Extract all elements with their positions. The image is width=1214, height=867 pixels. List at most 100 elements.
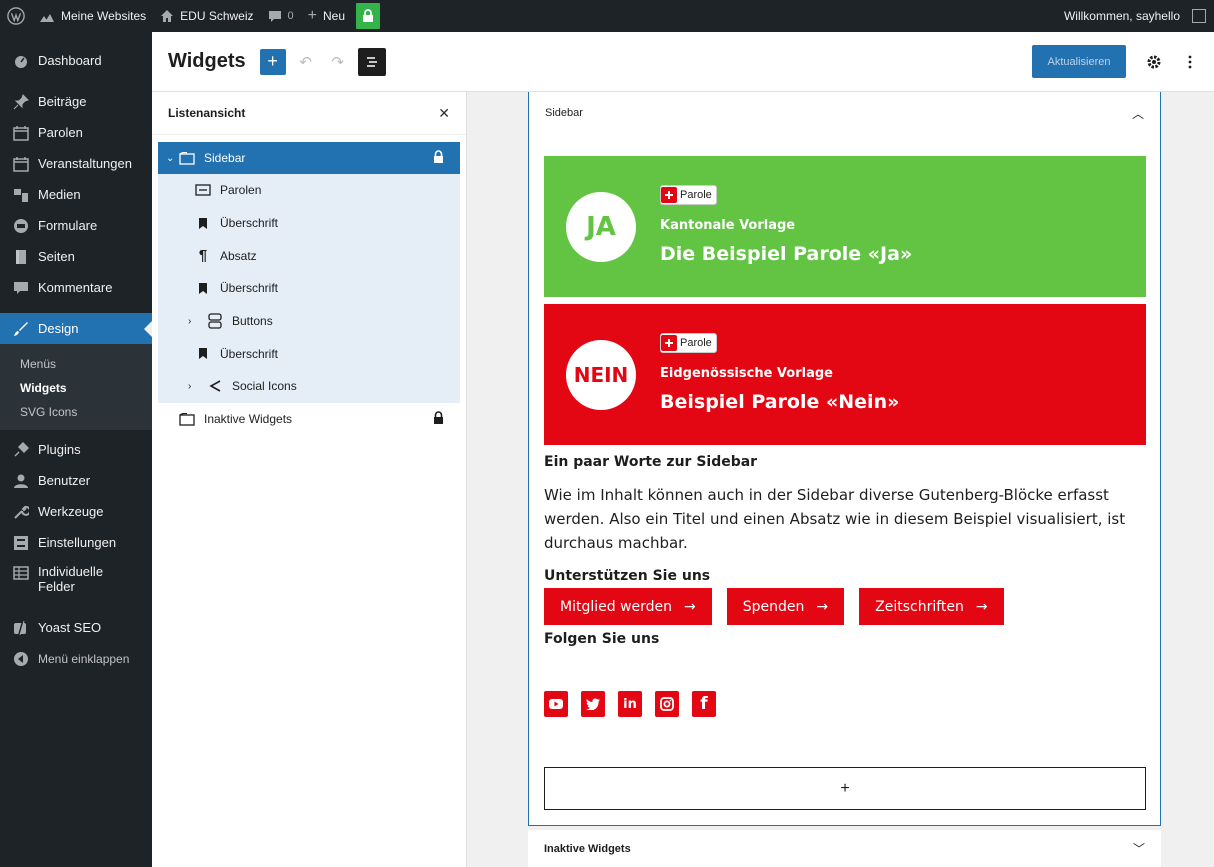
shortcode-block-icon: [194, 184, 212, 196]
chevron-right-icon[interactable]: ›: [188, 381, 200, 392]
add-block-button[interactable]: +: [259, 48, 286, 75]
list-item-label: Inaktive Widgets: [204, 412, 293, 427]
submenu-item-svg-icons[interactable]: SVG Icons: [0, 400, 152, 424]
heading-block[interactable]: Unterstützen Sie uns: [544, 566, 1146, 586]
button-label: Mitglied werden: [560, 598, 673, 615]
widget-area-sidebar[interactable]: Sidebar ︿ JA Parole Kantonale Vorlage Di…: [528, 92, 1161, 826]
menu-label: Kommentare: [38, 280, 113, 295]
chevron-up-icon[interactable]: ︿: [1132, 105, 1144, 122]
menu-label: Werkzeuge: [38, 504, 104, 519]
site-name: EDU Schweiz: [180, 9, 254, 23]
menu-item-seiten[interactable]: Seiten: [0, 241, 152, 272]
wrench-icon: [12, 503, 30, 521]
menu-item-medien[interactable]: Medien: [0, 179, 152, 210]
facebook-icon[interactable]: f: [692, 691, 716, 717]
close-list-view-button[interactable]: ✕: [438, 105, 450, 122]
button-spenden[interactable]: Spenden →: [726, 588, 845, 625]
options-button[interactable]: [1178, 50, 1202, 74]
widget-area-icon: [178, 412, 196, 426]
menu-item-plugins[interactable]: Plugins: [0, 434, 152, 465]
linkedin-icon[interactable]: in: [618, 691, 642, 717]
lock-icon: [433, 411, 444, 427]
submenu-item-menus[interactable]: Menüs: [0, 352, 152, 376]
heading-block[interactable]: Folgen Sie uns: [544, 629, 1146, 649]
list-item-heading[interactable]: Überschrift: [158, 207, 460, 240]
lock-icon: [363, 9, 373, 22]
home-icon: [161, 10, 174, 22]
heading-block[interactable]: Ein paar Worte zur Sidebar: [544, 452, 1146, 472]
list-item-label: Parolen: [220, 183, 262, 198]
settings-button[interactable]: [1142, 50, 1166, 74]
welcome-text: Willkommen, sayhello: [1063, 9, 1180, 23]
menu-item-werkzeuge[interactable]: Werkzeuge: [0, 496, 152, 527]
list-item-label: Sidebar: [204, 151, 246, 165]
list-item-paragraph[interactable]: ¶ Absatz: [158, 239, 460, 272]
parole-block-no[interactable]: NEIN Parole Eidgenössische Vorlage Beisp…: [544, 304, 1146, 445]
menu-item-yoast-seo[interactable]: Yoast SEO: [0, 612, 152, 643]
account-menu[interactable]: Willkommen, sayhello: [1057, 0, 1214, 32]
list-item-sidebar[interactable]: ⌄ Sidebar: [158, 142, 460, 174]
menu-item-parolen[interactable]: Parolen: [0, 117, 152, 148]
menu-label: Benutzer: [38, 473, 91, 488]
user-icon: [12, 472, 30, 490]
undo-icon: ↶: [299, 53, 312, 71]
social-icons-block: in f: [544, 691, 1146, 717]
bookmark-icon: [194, 347, 212, 360]
menu-item-kommentare[interactable]: Kommentare: [0, 272, 152, 303]
my-sites-icon: [40, 14, 54, 22]
undo-button[interactable]: ↶: [294, 50, 318, 74]
menu-item-veranstaltungen[interactable]: Veranstaltungen: [0, 148, 152, 179]
menu-item-design[interactable]: Design: [0, 313, 152, 344]
parole-circle: NEIN: [566, 339, 636, 410]
menu-label: Veranstaltungen: [38, 156, 132, 171]
instagram-icon[interactable]: [655, 691, 679, 717]
wordpress-logo[interactable]: [0, 0, 32, 32]
widget-area-header[interactable]: Sidebar ︿: [529, 92, 1160, 134]
button-zeitschriften[interactable]: Zeitschriften →: [859, 588, 1004, 625]
menu-item-beitraege[interactable]: Beiträge: [0, 86, 152, 117]
security-lock-button[interactable]: [356, 3, 380, 29]
chevron-right-icon[interactable]: ›: [188, 316, 200, 327]
comments-menu[interactable]: 0: [261, 0, 301, 32]
youtube-icon[interactable]: [544, 691, 568, 717]
list-item-parolen[interactable]: Parolen: [158, 174, 460, 207]
comment-icon: [268, 10, 281, 22]
list-item-heading[interactable]: Überschrift: [158, 272, 460, 305]
plugin-icon: [12, 441, 30, 459]
collapse-menu-button[interactable]: Menü einklappen: [0, 643, 152, 674]
widget-area-inactive[interactable]: Inaktive Widgets ﹀: [528, 830, 1161, 867]
menu-item-einstellungen[interactable]: Einstellungen: [0, 527, 152, 558]
list-item-buttons[interactable]: › Buttons: [158, 305, 460, 338]
list-item-inactive-widgets[interactable]: Inaktive Widgets: [158, 403, 460, 436]
update-button[interactable]: Aktualisieren: [1032, 45, 1126, 78]
redo-button[interactable]: ↷: [326, 50, 350, 74]
menu-item-individuelle-felder[interactable]: Individuelle Felder: [0, 558, 152, 606]
menu-label: Yoast SEO: [38, 620, 102, 635]
block-appender-button[interactable]: +: [544, 767, 1146, 810]
list-item-heading[interactable]: Überschrift: [158, 337, 460, 370]
buttons-block-icon: [206, 313, 224, 329]
list-item-social-icons[interactable]: › Social Icons: [158, 370, 460, 403]
menu-label: Medien: [38, 187, 81, 202]
menu-label: Einstellungen: [38, 535, 117, 550]
menu-item-dashboard[interactable]: Dashboard: [0, 45, 152, 76]
button-mitglied-werden[interactable]: Mitglied werden →: [544, 588, 712, 625]
menu-item-formulare[interactable]: Formulare: [0, 210, 152, 241]
twitter-icon[interactable]: [581, 691, 605, 717]
calendar-icon: [12, 124, 30, 142]
swiss-flag-icon: [661, 334, 677, 351]
widget-area-icon: [178, 151, 196, 165]
menu-item-benutzer[interactable]: Benutzer: [0, 465, 152, 496]
menu-label: Menü einklappen: [38, 651, 130, 666]
arrow-right-icon: →: [975, 598, 988, 615]
menu-label: Parolen: [38, 125, 83, 140]
submenu-item-widgets[interactable]: Widgets: [0, 376, 152, 400]
paragraph-block[interactable]: Wie im Inhalt können auch in der Sidebar…: [544, 483, 1146, 555]
chevron-down-icon[interactable]: ﹀: [1133, 840, 1145, 857]
site-name-menu[interactable]: EDU Schweiz: [153, 0, 260, 32]
chevron-down-icon[interactable]: ⌄: [166, 153, 178, 164]
list-view-toggle[interactable]: [357, 47, 386, 76]
my-sites-menu[interactable]: Meine Websites: [32, 0, 153, 32]
new-content-menu[interactable]: + Neu: [301, 0, 352, 32]
parole-block-yes[interactable]: JA Parole Kantonale Vorlage Die Beispiel…: [544, 156, 1146, 297]
